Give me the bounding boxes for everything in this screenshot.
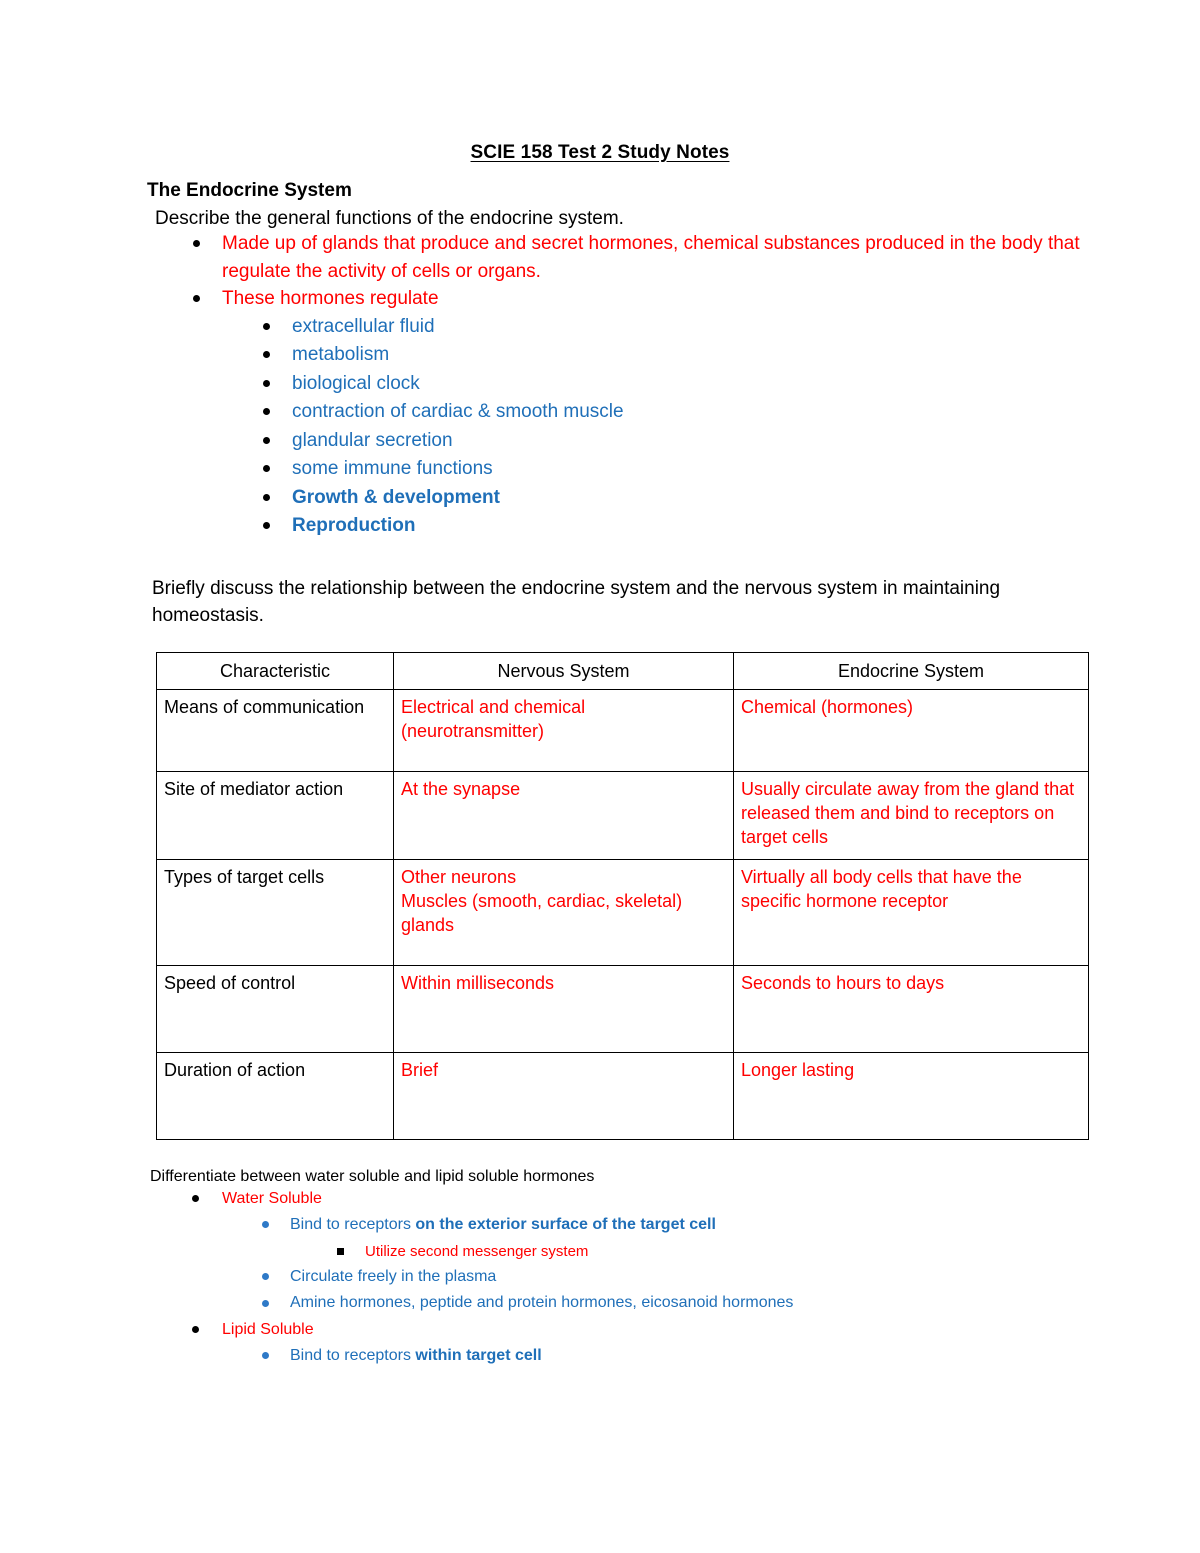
square-bullet-icon (337, 1247, 344, 1255)
disc-bullet-icon (262, 1299, 269, 1307)
water-soluble-sublist-b: Circulate freely in the plasma Amine hor… (0, 1264, 1200, 1317)
water-soluble-sub-sublist: Utilize second messenger system (0, 1239, 1200, 1265)
list-item: contraction of cardiac & smooth muscle (0, 398, 1200, 427)
table-row: Speed of control Within milliseconds Sec… (156, 964, 1089, 1053)
disc-bullet-icon (263, 436, 270, 444)
disc-bullet-icon (193, 239, 200, 247)
table-row: Types of target cells Other neurons Musc… (156, 858, 1089, 966)
cell-endocrine: Seconds to hours to days (733, 964, 1089, 1053)
cell-endocrine: Virtually all body cells that have the s… (733, 858, 1089, 966)
sub-bullet-text: biological clock (292, 372, 420, 394)
sub-bullet-text: Circulate freely in the plasma (290, 1268, 497, 1286)
sub-bullet-text: glandular secretion (292, 429, 453, 451)
sub-bullet-text: metabolism (292, 344, 390, 366)
table-row: Means of communication Electrical and ch… (156, 688, 1089, 772)
sub-bullet-text: contraction of cardiac & smooth muscle (292, 401, 624, 423)
page-title: SCIE 158 Test 2 Study Notes (470, 142, 730, 163)
column-header-endocrine-system: Endocrine System (733, 651, 1089, 690)
list-item: Bind to receptors within target cell (0, 1343, 1200, 1369)
list-item: These hormones regulate (0, 285, 1200, 313)
disc-bullet-icon (263, 408, 270, 416)
sub-bullet-text: some immune functions (292, 458, 493, 480)
table-row: Site of mediator action At the synapse U… (156, 770, 1089, 860)
sub-bullet-text: Bind to receptors (290, 1216, 416, 1234)
list-item: Growth & development (0, 484, 1200, 513)
disc-bullet-icon (262, 1273, 269, 1281)
lipid-soluble-sublist: Bind to receptors within target cell (0, 1343, 1200, 1369)
cell-characteristic: Speed of control (156, 964, 394, 1053)
cell-characteristic: Types of target cells (156, 858, 394, 966)
list-item: Circulate freely in the plasma (0, 1264, 1200, 1290)
cell-nervous: Other neurons Muscles (smooth, cardiac, … (393, 858, 734, 966)
sub-bullet-text: Growth & development (292, 486, 500, 508)
cell-characteristic: Duration of action (156, 1051, 394, 1140)
list-item: Amine hormones, peptide and protein horm… (0, 1290, 1200, 1316)
disc-bullet-icon (263, 465, 270, 473)
cell-nervous: At the synapse (393, 770, 734, 860)
functions-bullet-list: Made up of glands that produce and secre… (0, 230, 1200, 313)
document-page: SCIE 158 Test 2 Study Notes The Endocrin… (0, 0, 1200, 1553)
cell-endocrine: Longer lasting (733, 1051, 1089, 1140)
solubility-section: Differentiate between water soluble and … (0, 1140, 1200, 1370)
list-item: Made up of glands that produce and secre… (0, 230, 1200, 285)
list-item: Reproduction (0, 512, 1200, 541)
cell-nervous: Electrical and chemical (neurotransmitte… (393, 688, 734, 772)
disc-bullet-icon (263, 493, 270, 501)
sub-bullet-text-bold: on the exterior surface of the target ce… (415, 1216, 716, 1234)
disc-bullet-icon (192, 1326, 199, 1334)
lipid-soluble-label: Lipid Soluble (222, 1320, 314, 1338)
paragraph-homeostasis: Briefly discuss the relationship between… (152, 577, 1001, 627)
water-soluble-list: Water Soluble (0, 1186, 1200, 1212)
list-item: glandular secretion (0, 427, 1200, 456)
cell-characteristic: Site of mediator action (156, 770, 394, 860)
column-header-characteristic: Characteristic (156, 651, 394, 690)
sub-bullet-text-bold: within target cell (415, 1347, 542, 1365)
table-row: Duration of action Brief Longer lasting (156, 1051, 1089, 1140)
comparison-table-wrapper: Characteristic Nervous System Endocrine … (0, 630, 1200, 1140)
disc-bullet-icon (263, 322, 270, 330)
list-item: metabolism (0, 341, 1200, 370)
section-heading: The Endocrine System (147, 180, 352, 201)
prompt-solubility: Differentiate between water soluble and … (150, 1167, 595, 1185)
water-soluble-sublist-a: Bind to receptors on the exterior surfac… (0, 1212, 1200, 1238)
table-header-row: Characteristic Nervous System Endocrine … (156, 651, 1089, 690)
sub-bullet-text: Reproduction (292, 515, 416, 537)
water-soluble-label: Water Soluble (222, 1189, 322, 1207)
list-item: Utilize second messenger system (0, 1239, 1200, 1265)
list-item: Bind to receptors on the exterior surfac… (0, 1212, 1200, 1238)
list-item: extracellular fluid (0, 313, 1200, 342)
sub-bullet-text: Amine hormones, peptide and protein horm… (290, 1294, 794, 1312)
hormone-regulation-sublist: extracellular fluid metabolism biologica… (0, 313, 1200, 541)
cell-nervous: Brief (393, 1051, 734, 1140)
bullet-text: These hormones regulate (222, 288, 439, 310)
bullet-text: Made up of glands that produce and secre… (222, 233, 1080, 282)
disc-bullet-icon (263, 379, 270, 387)
sub-sub-bullet-text: Utilize second messenger system (365, 1242, 589, 1260)
list-item: Water Soluble (0, 1186, 1200, 1212)
prompt-general-functions: Describe the general functions of the en… (155, 208, 624, 229)
list-item: some immune functions (0, 455, 1200, 484)
cell-characteristic: Means of communication (156, 688, 394, 772)
list-item: biological clock (0, 370, 1200, 399)
sub-bullet-text: extracellular fluid (292, 315, 435, 337)
column-header-nervous-system: Nervous System (393, 651, 734, 690)
cell-endocrine: Chemical (hormones) (733, 688, 1089, 772)
lipid-soluble-list: Lipid Soluble (0, 1317, 1200, 1343)
nervous-vs-endocrine-table: Characteristic Nervous System Endocrine … (156, 651, 1089, 1140)
disc-bullet-icon (263, 351, 270, 359)
cell-nervous: Within milliseconds (393, 964, 734, 1053)
list-item: Lipid Soluble (0, 1317, 1200, 1343)
disc-bullet-icon (262, 1352, 269, 1360)
sub-bullet-text: Bind to receptors (290, 1347, 416, 1365)
disc-bullet-icon (192, 1195, 199, 1202)
disc-bullet-icon (262, 1221, 269, 1229)
cell-endocrine: Usually circulate away from the gland th… (733, 770, 1089, 860)
disc-bullet-icon (263, 522, 270, 530)
disc-bullet-icon (193, 294, 200, 302)
